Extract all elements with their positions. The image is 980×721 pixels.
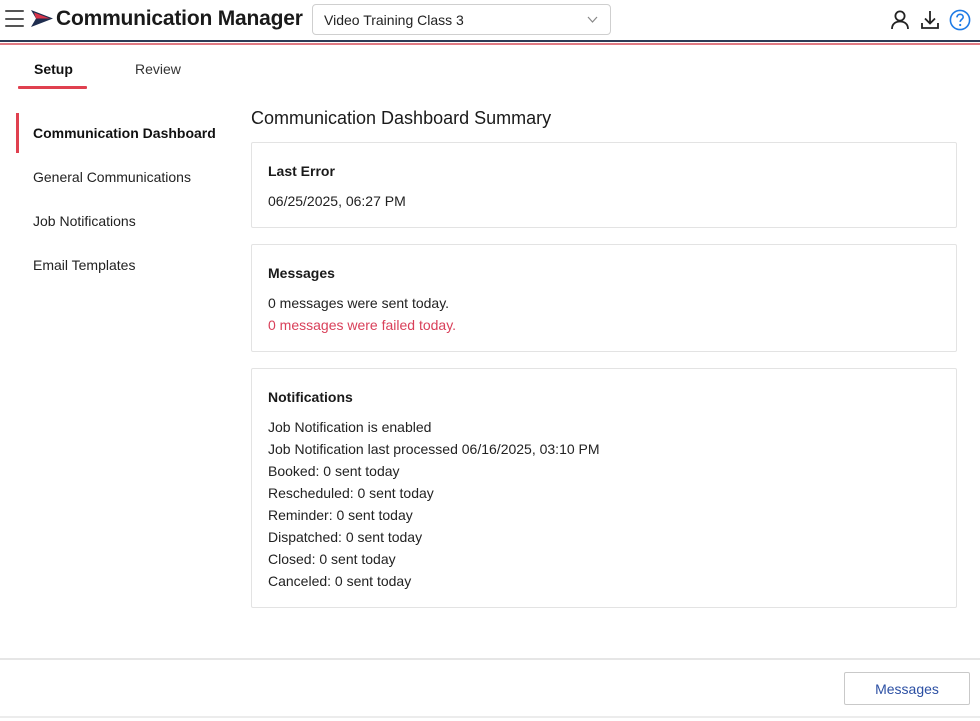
notifications-title: Notifications [268, 389, 353, 405]
notifications-card: Notifications Job Notification is enable… [251, 368, 957, 608]
last-error-card: Last Error 06/25/2025, 06:27 PM [251, 142, 957, 228]
sidebar-item-email-templates[interactable]: Email Templates [33, 257, 135, 273]
hamburger-menu-icon[interactable] [5, 10, 24, 27]
bottom-divider [0, 716, 980, 718]
top-bar: Communication Manager Video Training Cla… [0, 0, 980, 40]
download-icon[interactable] [919, 9, 941, 31]
notification-last-processed-line: Job Notification last processed 06/16/20… [268, 441, 600, 457]
last-error-timestamp: 06/25/2025, 06:27 PM [268, 193, 406, 209]
page-title: Communication Dashboard Summary [251, 108, 552, 128]
messages-button[interactable]: Messages [844, 672, 970, 705]
class-selector-dropdown[interactable]: Video Training Class 3 [312, 4, 611, 35]
tab-setup[interactable]: Setup [34, 61, 73, 77]
chevron-down-icon [587, 16, 598, 23]
notification-dispatched-line: Dispatched: 0 sent today [268, 529, 423, 545]
paper-plane-logo-icon [31, 10, 53, 27]
active-sidebar-indicator [16, 113, 19, 153]
sidebar-item-general-communications[interactable]: General Communications [33, 169, 191, 185]
sidebar-item-job-notifications[interactable]: Job Notifications [33, 213, 136, 229]
messages-sent-text: 0 messages were sent today. [268, 295, 450, 311]
notification-reminder-line: Reminder: 0 sent today [268, 507, 413, 523]
header-stripe-red [0, 43, 980, 45]
class-selector-value: Video Training Class 3 [324, 12, 464, 28]
notification-canceled-line: Canceled: 0 sent today [268, 573, 412, 589]
user-icon[interactable] [889, 9, 911, 31]
notification-booked-line: Booked: 0 sent today [268, 463, 400, 479]
messages-card: Messages 0 messages were sent today. 0 m… [251, 244, 957, 352]
active-tab-indicator [18, 86, 87, 89]
messages-title: Messages [268, 265, 335, 281]
last-error-title: Last Error [268, 163, 335, 179]
footer-divider [0, 658, 980, 660]
app-title: Communication Manager [56, 7, 303, 30]
messages-failed-text: 0 messages were failed today. [268, 317, 457, 333]
help-icon[interactable] [949, 9, 971, 31]
tab-review[interactable]: Review [135, 61, 181, 77]
notification-rescheduled-line: Rescheduled: 0 sent today [268, 485, 434, 501]
notification-closed-line: Closed: 0 sent today [268, 551, 396, 567]
notification-status-line: Job Notification is enabled [268, 419, 432, 435]
sidebar-item-communication-dashboard[interactable]: Communication Dashboard [33, 125, 216, 141]
